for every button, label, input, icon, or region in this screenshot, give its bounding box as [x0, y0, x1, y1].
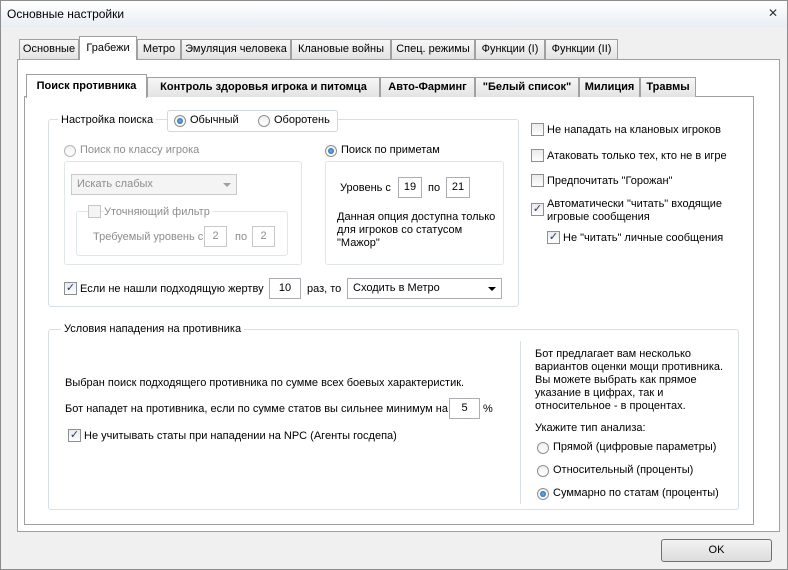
- analysis-direct-label: Прямой (цифровые параметры): [553, 441, 717, 453]
- no-clan-label: Не нападать на клановых игроков: [547, 124, 722, 136]
- chevron-down-icon: [223, 183, 231, 187]
- attack-stronger-label: Бот нападет на противника, если по сумме…: [65, 403, 448, 415]
- attack-desc-line4: указание в цифрах, так и: [535, 387, 664, 399]
- mode-werewolf-radio[interactable]: [258, 115, 270, 127]
- tab-human-emulation[interactable]: Эмуляция человека: [181, 39, 291, 59]
- attack-divider: [520, 341, 521, 504]
- analysis-direct-radio[interactable]: [537, 442, 549, 454]
- chevron-down-icon: [488, 287, 496, 291]
- attack-conditions-legend: Условия нападения на противника: [61, 323, 245, 335]
- subtab-enemy-search[interactable]: Поиск противника: [26, 74, 147, 98]
- fallback-label: Если не нашли подходящую жертву: [80, 283, 264, 295]
- window-title: Основные настройки: [7, 7, 125, 21]
- required-level-from-input[interactable]: 2: [204, 226, 227, 247]
- by-signs-label: Поиск по приметам: [341, 144, 440, 156]
- tab-functions-1[interactable]: Функции (I): [475, 39, 545, 59]
- class-select-value: Искать слабых: [77, 178, 153, 190]
- search-settings-legend: Настройка поиска: [58, 114, 157, 126]
- refine-filter-checkbox[interactable]: [88, 205, 101, 218]
- attack-percent-input[interactable]: 5: [449, 398, 480, 419]
- mode-normal-radio[interactable]: [174, 115, 186, 127]
- required-level-label: Требуемый уровень с: [93, 231, 204, 243]
- subtab-white-list[interactable]: "Белый список": [475, 77, 579, 97]
- by-class-label: Поиск по классу игрока: [80, 144, 200, 156]
- auto-read-label-line1: Автоматически "читать" входящие: [547, 198, 723, 210]
- no-read-personal-checkbox[interactable]: ✓: [547, 231, 560, 244]
- by-signs-radio[interactable]: [325, 145, 337, 157]
- analysis-type-label: Укажите тип анализа:: [535, 422, 646, 434]
- subtab-injuries[interactable]: Травмы: [640, 77, 696, 97]
- tab-special-modes[interactable]: Спец. режимы: [391, 39, 475, 59]
- not-in-game-label: Атаковать только тех, кто не в игре: [547, 150, 727, 162]
- analysis-relative-radio[interactable]: [537, 465, 549, 477]
- level-to-input[interactable]: 21: [446, 177, 470, 198]
- prefer-city-checkbox[interactable]: [531, 174, 544, 187]
- fallback-checkbox[interactable]: ✓: [64, 282, 77, 295]
- tab-functions-2[interactable]: Функции (II): [545, 39, 618, 59]
- ignore-npc-checkbox[interactable]: ✓: [68, 429, 81, 442]
- subtab-auto-farming[interactable]: Авто-Фарминг: [380, 77, 475, 97]
- ignore-npc-label: Не учитывать статы при нападении на NPC …: [84, 430, 397, 442]
- prefer-city-label: Предпочитать "Горожан": [547, 175, 673, 187]
- no-read-personal-label: Не "читать" личные сообщения: [563, 232, 724, 244]
- level-from-label: Уровень с: [340, 182, 391, 194]
- analysis-sum-stats-label: Суммарно по статам (проценты): [553, 487, 719, 499]
- required-level-to-input[interactable]: 2: [252, 226, 275, 247]
- signs-note-line3: "Мажор": [337, 237, 380, 249]
- mode-werewolf-label: Оборотень: [274, 114, 330, 126]
- fallback-action-value: Сходить в Метро: [353, 282, 440, 294]
- attack-percent-sign: %: [483, 403, 493, 415]
- settings-window: Основные настройки ✕ Основные Грабежи Ме…: [0, 0, 788, 570]
- not-in-game-checkbox[interactable]: [531, 149, 544, 162]
- tab-metro[interactable]: Метро: [137, 39, 181, 59]
- analysis-sum-stats-radio[interactable]: [537, 488, 549, 500]
- title-bar: Основные настройки ✕: [1, 1, 787, 27]
- auto-read-label-line2: игровые сообщения: [547, 211, 650, 223]
- tab-clan-wars[interactable]: Клановые войны: [291, 39, 391, 59]
- class-select[interactable]: Искать слабых: [71, 174, 237, 195]
- subtab-police[interactable]: Милиция: [579, 77, 640, 97]
- level-to-label: по: [428, 182, 441, 194]
- auto-read-checkbox[interactable]: ✓: [531, 203, 544, 216]
- signs-note-line1: Данная опция доступна только: [337, 211, 496, 223]
- fallback-action-select[interactable]: Сходить в Метро: [347, 278, 502, 299]
- attack-desc-line2: вариантов оценки мощи противника.: [535, 361, 724, 373]
- level-from-input[interactable]: 19: [398, 177, 422, 198]
- tab-robbery[interactable]: Грабежи: [79, 36, 137, 60]
- no-clan-checkbox[interactable]: [531, 123, 544, 136]
- attack-chosen-text: Выбран поиск подходящего противника по с…: [65, 377, 465, 389]
- fallback-count-input[interactable]: 10: [269, 278, 301, 299]
- signs-note-line2: для игроков со статусом: [337, 224, 463, 236]
- tab-main[interactable]: Основные: [19, 39, 79, 59]
- close-icon[interactable]: ✕: [765, 6, 781, 21]
- analysis-relative-label: Относительный (проценты): [553, 464, 694, 476]
- ok-button[interactable]: OK: [661, 539, 772, 562]
- refine-filter-label: Уточняющий фильтр: [104, 206, 213, 218]
- subtab-health-control[interactable]: Контроль здоровья игрока и питомца: [147, 77, 380, 97]
- mode-normal-label: Обычный: [190, 114, 239, 126]
- required-level-to-label: по: [235, 231, 248, 243]
- fallback-times-label: раз, то: [307, 283, 342, 295]
- attack-desc-line3: Вы можете выбрать как прямое: [535, 374, 697, 386]
- by-class-radio[interactable]: [64, 145, 76, 157]
- attack-desc-line5: относительное - в процентах.: [535, 400, 686, 412]
- attack-desc-line1: Бот предлагает вам несколько: [535, 348, 691, 360]
